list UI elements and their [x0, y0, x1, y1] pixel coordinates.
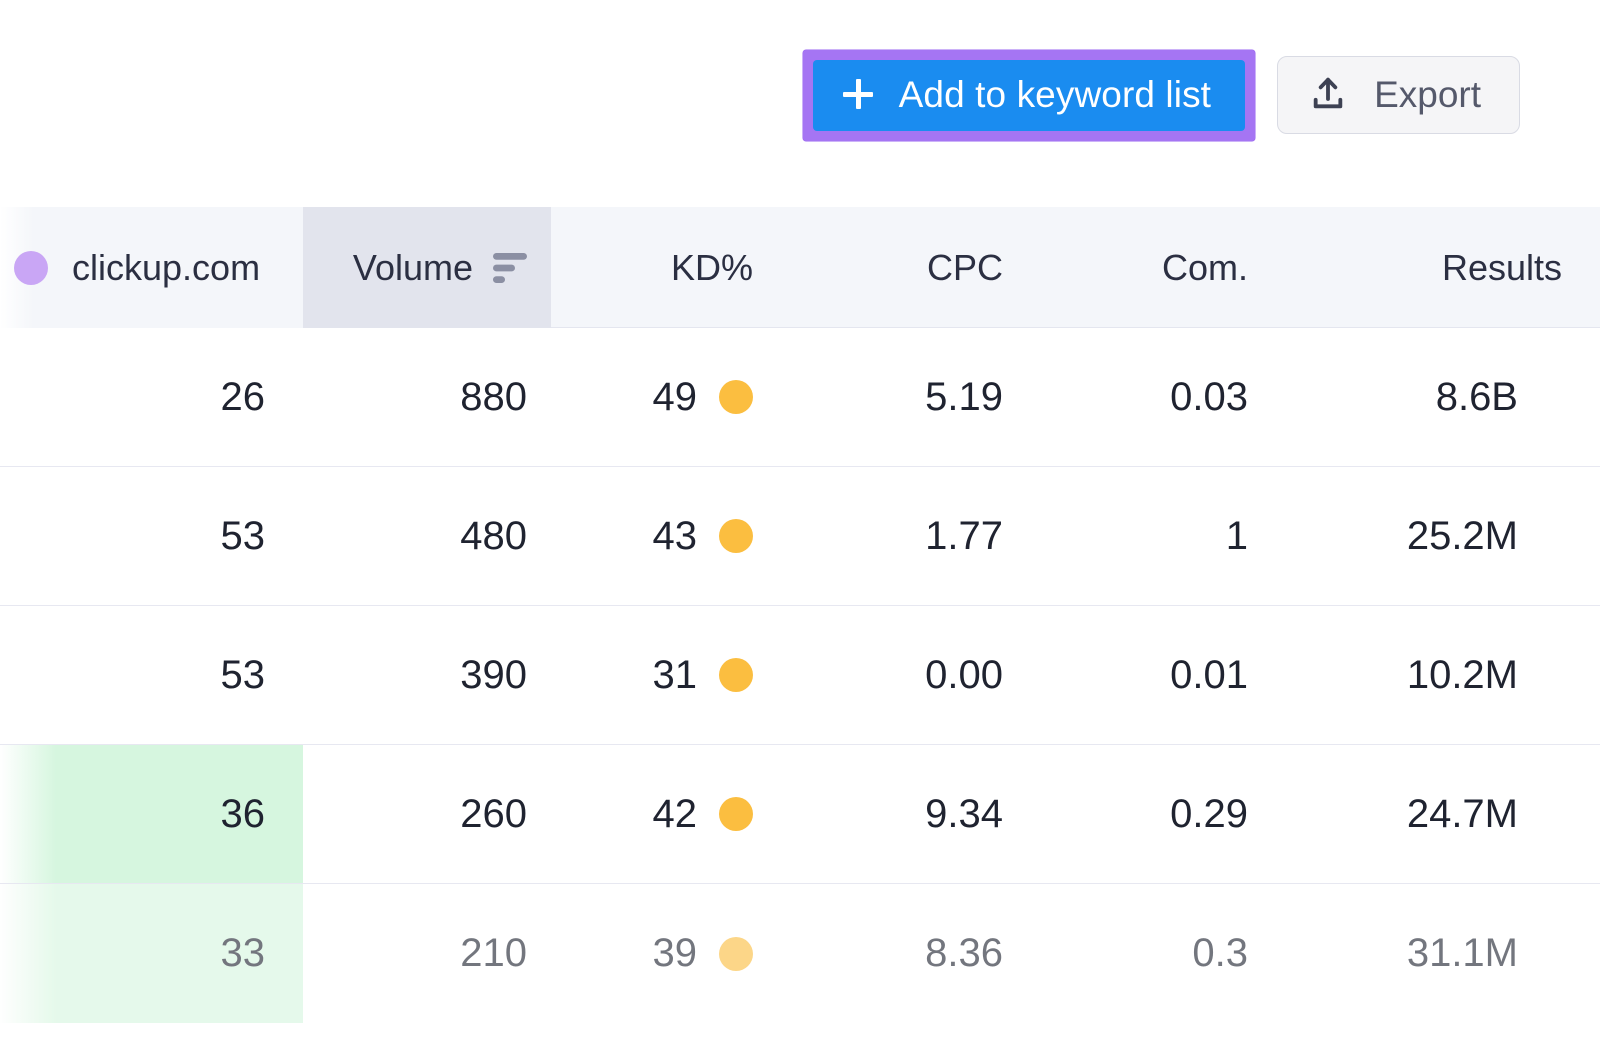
cell-com: 0.03	[1041, 328, 1286, 466]
kd-difficulty-dot-icon	[719, 380, 753, 414]
cell-cpc-value: 9.34	[925, 792, 1003, 837]
table-header-row: clickup.com Volume KD% CPC Co	[0, 207, 1600, 328]
column-header-results-label: Results	[1442, 247, 1562, 289]
cell-domain-value: 36	[221, 792, 266, 837]
cell-com: 0.3	[1041, 884, 1286, 1023]
cell-cpc: 1.77	[791, 467, 1041, 605]
cell-com-value: 1	[1226, 514, 1248, 559]
cell-com: 0.01	[1041, 606, 1286, 744]
column-header-com[interactable]: Com.	[1041, 207, 1286, 328]
kd-difficulty-dot-icon	[719, 937, 753, 971]
cell-volume: 480	[303, 467, 551, 605]
column-header-com-label: Com.	[1162, 247, 1248, 289]
cell-results-value: 8.6B	[1436, 375, 1518, 420]
cell-kd: 31	[551, 606, 791, 744]
cell-domain: 36	[0, 745, 303, 883]
export-label: Export	[1374, 76, 1481, 113]
column-header-volume-label: Volume	[353, 247, 473, 289]
table-row[interactable]: 53 390 31 0.00 0.01 10.2M	[0, 606, 1600, 745]
cell-volume-value: 260	[460, 792, 527, 837]
cell-cpc: 5.19	[791, 328, 1041, 466]
cell-volume: 390	[303, 606, 551, 744]
cell-com: 0.29	[1041, 745, 1286, 883]
cell-volume-value: 390	[460, 653, 527, 698]
add-to-keyword-list-button[interactable]: Add to keyword list	[813, 60, 1245, 131]
kd-difficulty-dot-icon	[719, 519, 753, 553]
export-button[interactable]: Export	[1277, 56, 1520, 134]
column-header-volume[interactable]: Volume	[303, 207, 551, 328]
cell-results: 8.6B	[1286, 328, 1600, 466]
cell-cpc-value: 8.36	[925, 931, 1003, 976]
cell-results: 10.2M	[1286, 606, 1600, 744]
cell-kd-value: 42	[653, 792, 698, 837]
cell-kd-value: 49	[653, 375, 698, 420]
cell-com: 1	[1041, 467, 1286, 605]
cell-kd-value: 43	[653, 514, 698, 559]
table-row[interactable]: 26 880 49 5.19 0.03 8.6B	[0, 328, 1600, 467]
keywords-table: clickup.com Volume KD% CPC Co	[0, 207, 1600, 1023]
cell-kd-value: 39	[653, 931, 698, 976]
cell-results-value: 25.2M	[1407, 514, 1518, 559]
cell-results-value: 31.1M	[1407, 931, 1518, 976]
cell-cpc: 9.34	[791, 745, 1041, 883]
kd-difficulty-dot-icon	[719, 658, 753, 692]
table-row[interactable]: 36 260 42 9.34 0.29 24.7M	[0, 745, 1600, 884]
cell-domain-value: 26	[221, 375, 266, 420]
cell-cpc-value: 5.19	[925, 375, 1003, 420]
cell-domain: 26	[0, 328, 303, 466]
table-row[interactable]: 33 210 39 8.36 0.3 31.1M	[0, 884, 1600, 1023]
column-header-results[interactable]: Results	[1286, 207, 1600, 328]
cell-results: 24.7M	[1286, 745, 1600, 883]
cell-volume: 210	[303, 884, 551, 1023]
cell-kd-value: 31	[653, 653, 698, 698]
cell-kd: 42	[551, 745, 791, 883]
cell-volume-value: 880	[460, 375, 527, 420]
cell-volume-value: 480	[460, 514, 527, 559]
cell-cpc: 0.00	[791, 606, 1041, 744]
sort-descending-icon[interactable]	[493, 253, 527, 283]
cell-cpc-value: 1.77	[925, 514, 1003, 559]
cell-domain-value: 33	[221, 931, 266, 976]
cell-results: 25.2M	[1286, 467, 1600, 605]
cell-volume-value: 210	[460, 931, 527, 976]
plus-icon	[843, 79, 873, 109]
cell-com-value: 0.3	[1192, 931, 1248, 976]
cell-com-value: 0.29	[1170, 792, 1248, 837]
column-header-kd[interactable]: KD%	[551, 207, 791, 328]
cell-domain: 53	[0, 606, 303, 744]
cell-kd: 49	[551, 328, 791, 466]
export-upload-icon	[1308, 74, 1348, 114]
cell-cpc: 8.36	[791, 884, 1041, 1023]
cell-volume: 260	[303, 745, 551, 883]
table-body: 26 880 49 5.19 0.03 8.6B 53 480 43 1.77 1 25.2M 53 39…	[0, 328, 1600, 1023]
cell-results-value: 10.2M	[1407, 653, 1518, 698]
cell-results: 31.1M	[1286, 884, 1600, 1023]
cell-volume: 880	[303, 328, 551, 466]
table-row[interactable]: 53 480 43 1.77 1 25.2M	[0, 467, 1600, 606]
kd-difficulty-dot-icon	[719, 797, 753, 831]
column-header-domain[interactable]: clickup.com	[0, 207, 303, 328]
table-toolbar: Add to keyword list Export	[0, 0, 1600, 190]
cell-domain: 53	[0, 467, 303, 605]
add-to-keyword-list-label: Add to keyword list	[899, 76, 1211, 113]
cell-domain-value: 53	[221, 514, 266, 559]
cell-domain-value: 53	[221, 653, 266, 698]
screenshot-root: Add to keyword list Export clickup.com V…	[0, 0, 1600, 1043]
column-header-cpc-label: CPC	[927, 247, 1003, 289]
add-to-keyword-list-highlight: Add to keyword list	[803, 50, 1255, 141]
cell-results-value: 24.7M	[1407, 792, 1518, 837]
column-header-cpc[interactable]: CPC	[791, 207, 1041, 328]
cell-cpc-value: 0.00	[925, 653, 1003, 698]
cell-kd: 39	[551, 884, 791, 1023]
cell-com-value: 0.03	[1170, 375, 1248, 420]
cell-com-value: 0.01	[1170, 653, 1248, 698]
column-header-kd-label: KD%	[671, 247, 753, 289]
cell-domain: 33	[0, 884, 303, 1023]
cell-kd: 43	[551, 467, 791, 605]
purple-dot-icon	[14, 251, 48, 285]
column-header-domain-label: clickup.com	[72, 247, 260, 289]
